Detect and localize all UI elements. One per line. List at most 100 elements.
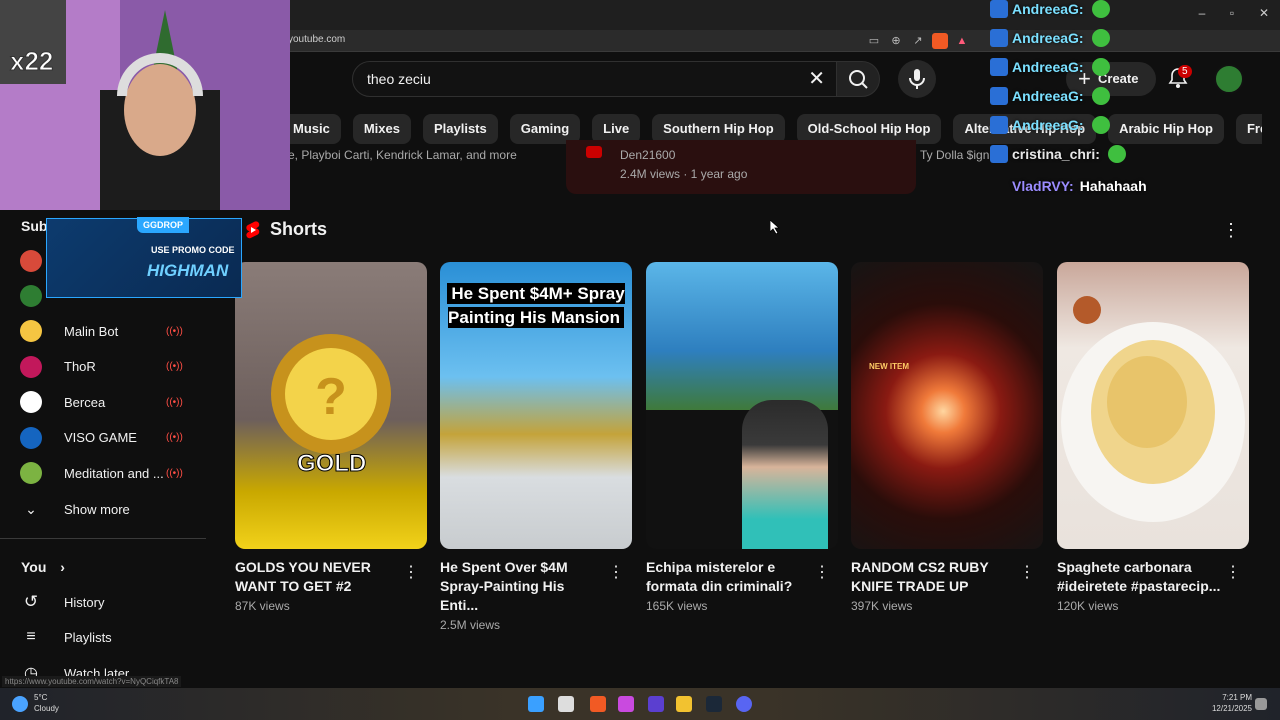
filter-chip[interactable]: Playlists: [422, 114, 498, 144]
chat-emote-icon: [1091, 116, 1110, 134]
chat-text: Hahahaah: [1079, 178, 1147, 194]
filter-chip[interactable]: Music: [282, 114, 341, 144]
live-indicator-icon: ((•)): [166, 396, 183, 408]
short-thumbnail[interactable]: ? GOLD: [235, 262, 427, 549]
short-menu-icon[interactable]: ⋮: [1019, 562, 1035, 582]
brave-taskbar-icon[interactable]: [590, 696, 606, 712]
short-title[interactable]: RANDOM CS2 RUBY KNIFE TRADE UP: [851, 558, 1016, 596]
sidebar-channel-label: ThoR: [64, 359, 96, 374]
chat-username: AndreeaG:: [1012, 1, 1084, 17]
weather-temperature: 5°C: [34, 693, 48, 702]
chat-username: AndreeaG:: [1012, 117, 1084, 133]
task-view-icon[interactable]: [558, 696, 574, 712]
start-icon[interactable]: [528, 696, 544, 712]
channel-avatar: [20, 285, 42, 307]
notification-center-icon[interactable]: [1255, 698, 1267, 710]
short-views: 87K views: [235, 599, 290, 613]
weather-icon[interactable]: [12, 696, 28, 712]
clock-time[interactable]: 7:21 PM: [1210, 693, 1252, 702]
chat-badge-icon: [990, 145, 1008, 163]
partial-video-description: e, Playboi Carti, Kendrick Lamar, and mo…: [288, 148, 517, 162]
sidebar-item-history[interactable]: ↺ History: [20, 588, 190, 616]
partial-channel-name[interactable]: Den21600: [620, 148, 675, 162]
clock-date[interactable]: 12/21/2025: [1204, 704, 1252, 713]
chat-emote-icon: [1107, 145, 1126, 163]
chevron-right-icon: ›: [60, 559, 65, 575]
short-card[interactable]: ? GOLD GOLDS YOU NEVER WANT TO GET #2 87…: [235, 262, 427, 613]
chat-badge-icon: [990, 177, 1008, 195]
short-menu-icon[interactable]: ⋮: [403, 562, 419, 582]
app-icon[interactable]: [648, 696, 664, 712]
discord-icon[interactable]: [736, 696, 752, 712]
short-menu-icon[interactable]: ⋮: [814, 562, 830, 582]
shorts-more-icon[interactable]: ⋮: [1222, 220, 1240, 241]
sidebar-channel[interactable]: Malin Bot ((•)): [20, 317, 190, 345]
sidebar-channel[interactable]: Meditation and ... ((•)): [20, 459, 190, 487]
search-input[interactable]: theo zeciu: [367, 71, 431, 87]
url-text[interactable]: youtube.com: [288, 34, 345, 45]
short-title[interactable]: GOLDS YOU NEVER WANT TO GET #2: [235, 558, 400, 596]
thumbnail-overlay-text: He Spent $4M+ Spray Painting His Mansion: [447, 283, 625, 328]
partial-right-text: Ty Dolla $ign: [920, 148, 990, 162]
promo-code: HIGHMAN: [147, 261, 229, 280]
short-title[interactable]: Spaghete carbonara #ideiretete #pastarec…: [1057, 558, 1222, 596]
search-button[interactable]: [836, 61, 880, 97]
microphone-icon: [909, 69, 925, 89]
share-icon[interactable]: ↗: [910, 33, 926, 49]
chat-username: cristina_chri:: [1012, 146, 1100, 162]
short-menu-icon[interactable]: ⋮: [1225, 562, 1241, 582]
shorts-heading: Shorts: [270, 219, 328, 239]
zoom-icon[interactable]: ⊕: [888, 33, 904, 49]
promo-banner: GGDROP USE PROMO CODE HIGHMAN: [46, 217, 242, 298]
sidebar-item-playlists[interactable]: ≡ Playlists: [20, 623, 190, 651]
filter-chip[interactable]: Mixes: [352, 114, 411, 144]
sidebar-channel[interactable]: Bercea ((•)): [20, 388, 190, 416]
steam-icon[interactable]: [706, 696, 722, 712]
short-card[interactable]: Spaghete carbonara #ideiretete #pastarec…: [1057, 262, 1249, 613]
short-thumbnail[interactable]: [1057, 262, 1249, 549]
gold-medal-image: ?: [271, 334, 391, 454]
brave-rewards-icon[interactable]: ▲: [954, 33, 970, 49]
short-views: 165K views: [646, 599, 708, 613]
short-menu-icon[interactable]: ⋮: [608, 562, 624, 582]
channel-avatar-icon: [586, 146, 602, 158]
short-title[interactable]: He Spent Over $4M Spray-Painting His Ent…: [440, 558, 605, 615]
you-header[interactable]: You ›: [21, 559, 65, 575]
multiplier-text: x22: [9, 46, 54, 77]
search-box[interactable]: theo zeciu ✕: [352, 61, 838, 97]
chat-badge-icon: [990, 58, 1008, 76]
thumbnail-headline: He Spent $4M+ Spray Painting His Mansion: [440, 282, 632, 330]
short-thumbnail[interactable]: NEW ITEM: [851, 262, 1043, 549]
short-card[interactable]: NEW ITEM RANDOM CS2 RUBY KNIFE TRADE UP …: [851, 262, 1043, 613]
promo-tag: GGDROP: [137, 217, 190, 233]
sidebar-channel[interactable]: ThoR ((•)): [20, 353, 190, 381]
weather-description: Cloudy: [34, 704, 59, 713]
chat-message: AndreeaG:: [990, 27, 1110, 49]
app-icon[interactable]: [618, 696, 634, 712]
promo-line1: USE PROMO CODE: [151, 245, 235, 255]
sidebar-channel[interactable]: VISO GAME ((•)): [20, 424, 190, 452]
chat-username: AndreeaG:: [1012, 59, 1084, 75]
chat-username: VladRVY:: [1012, 178, 1074, 194]
playlists-icon: ≡: [26, 628, 36, 645]
chat-emote-icon: [1091, 58, 1110, 76]
brave-shield-icon[interactable]: [932, 33, 948, 49]
short-card[interactable]: He Spent $4M+ Spray Painting His Mansion…: [440, 262, 632, 632]
pasta-plate-image: [1061, 296, 1245, 522]
windows-taskbar: [0, 688, 1280, 720]
chat-message: cristina_chri:: [990, 143, 1126, 165]
short-title[interactable]: Echipa misterelor e formata din criminal…: [646, 558, 811, 596]
short-card[interactable]: Echipa misterelor e formata din criminal…: [646, 262, 838, 613]
clear-search-icon[interactable]: ✕: [808, 68, 825, 90]
cast-icon[interactable]: ▭: [866, 33, 882, 49]
short-thumbnail[interactable]: He Spent $4M+ Spray Painting His Mansion: [440, 262, 632, 549]
voice-search-button[interactable]: [898, 60, 936, 98]
file-explorer-icon[interactable]: [676, 696, 692, 712]
show-more-button[interactable]: ⌄ Show more: [20, 495, 190, 523]
webcam-image: [0, 0, 290, 210]
short-thumbnail[interactable]: [646, 262, 838, 549]
chat-username: AndreeaG:: [1012, 88, 1084, 104]
chevron-down-icon: ⌄: [25, 500, 37, 517]
history-icon: ↺: [23, 592, 39, 611]
sidebar-channel-label: Malin Bot: [64, 323, 119, 339]
